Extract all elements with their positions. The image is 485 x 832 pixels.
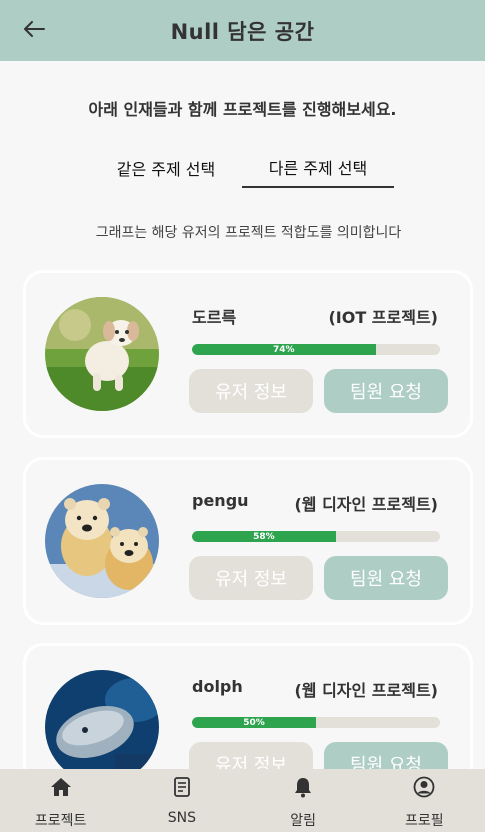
fit-progress-bar: 58%	[192, 531, 440, 542]
fit-progress-bar: 74%	[192, 344, 440, 355]
nav-item-project[interactable]: 프로젝트	[0, 769, 121, 832]
app-header: Null 담은 공간	[0, 0, 485, 61]
graph-caption: 그래프는 해당 유저의 프로젝트 적합도를 의미합니다	[95, 225, 402, 241]
fit-percent-label: 74%	[272, 344, 295, 355]
nav-label: SNS	[167, 810, 196, 826]
project-title: (웹 디자인 프로젝트)	[294, 495, 438, 514]
back-button[interactable]	[20, 14, 48, 44]
avatar	[45, 297, 159, 411]
member-card: 도르륵 (IOT 프로젝트) 74% 유저 정보 팀원 요청	[23, 270, 473, 438]
intro-text: 아래 인재들과 함께 프로젝트를 진행해보세요.	[88, 100, 397, 119]
arrow-left-icon	[24, 21, 45, 37]
nav-label: 알림	[290, 813, 316, 829]
nav-item-sns[interactable]: SNS	[121, 769, 242, 832]
fit-progress-fill: 74%	[192, 344, 376, 355]
nav-item-profile[interactable]: 프로필	[364, 769, 485, 832]
fit-progress-fill: 58%	[192, 531, 336, 542]
avatar	[45, 670, 159, 784]
fit-progress-bar: 50%	[192, 717, 440, 728]
tab-other-topic[interactable]: 다른 주제 선택	[242, 148, 394, 188]
user-info-button[interactable]: 유저 정보	[189, 369, 313, 413]
user-circle-icon	[412, 775, 436, 799]
bell-icon	[291, 775, 315, 799]
document-icon	[170, 775, 194, 799]
tab-same-topic[interactable]: 같은 주제 선택	[88, 148, 244, 188]
fit-percent-label: 50%	[243, 717, 265, 728]
nav-label: 프로젝트	[34, 813, 87, 829]
nav-label: 프로필	[405, 813, 444, 829]
team-request-button[interactable]: 팀원 요청	[324, 556, 448, 600]
home-icon	[49, 775, 73, 799]
member-name: dolph	[192, 677, 243, 696]
project-title: (IOT 프로젝트)	[328, 308, 438, 327]
topic-tabs: 같은 주제 선택 다른 주제 선택	[0, 148, 485, 190]
member-name: 도르륵	[192, 308, 237, 327]
project-title: (웹 디자인 프로젝트)	[294, 681, 438, 700]
page-title: Null 담은 공간	[170, 19, 315, 44]
fit-progress-fill: 50%	[192, 717, 316, 728]
team-request-button[interactable]: 팀원 요청	[324, 369, 448, 413]
bottom-nav: 프로젝트 SNS 알림 프로필	[0, 769, 485, 832]
avatar	[45, 484, 159, 598]
member-card: pengu (웹 디자인 프로젝트) 58% 유저 정보 팀원 요청	[23, 457, 473, 625]
user-info-button[interactable]: 유저 정보	[189, 556, 313, 600]
member-name: pengu	[192, 491, 249, 510]
fit-percent-label: 58%	[253, 531, 275, 542]
nav-item-alert[interactable]: 알림	[243, 769, 364, 832]
